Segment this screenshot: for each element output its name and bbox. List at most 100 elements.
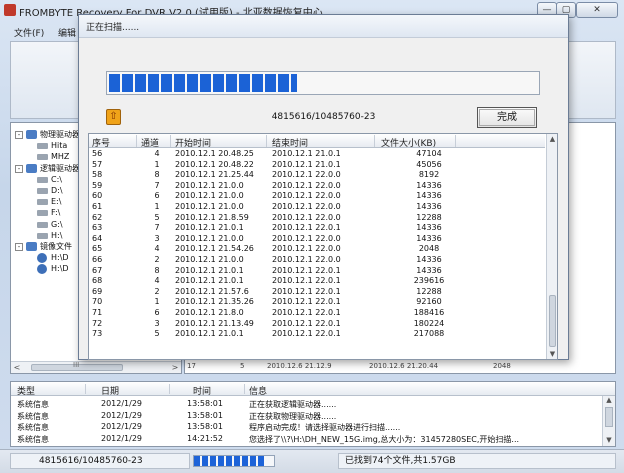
drive-icon (37, 154, 48, 161)
log-type: 系统信息 (17, 423, 49, 432)
drive-icon (37, 176, 48, 183)
row-number: 61 (92, 201, 103, 211)
file-end: 2010.12.6 21.20.44 (369, 362, 439, 370)
table-row[interactable]: 71 6 2010.12.1 21.8.0 2010.12.1 22.0.1 18841… (89, 308, 545, 319)
dialog-body: ⇧ 4815616/10485760-23 完成 序号 通道 开始时间 结束时间… (79, 37, 568, 360)
row-number: 65 (92, 244, 103, 254)
log-type: 系统信息 (17, 434, 49, 444)
table-row[interactable]: 62 5 2010.12.1 21.8.59 2010.12.1 22.0.0 1228… (89, 213, 545, 224)
col-file-size[interactable]: 文件大小(KB) (381, 136, 436, 149)
row-start-time: 2010.12.1 21.0.0 (175, 180, 244, 190)
table-row[interactable]: 66 2 2010.12.1 21.0.0 2010.12.1 22.0.0 14336 (89, 255, 545, 266)
row-end-time: 2010.12.1 22.0.1 (272, 297, 341, 307)
row-end-time: 2010.12.1 22.0.0 (272, 244, 341, 254)
table-row[interactable]: 63 7 2010.12.1 21.0.1 2010.12.1 22.0.1 14336 (89, 223, 545, 234)
col-channel[interactable]: 通道 (141, 136, 159, 149)
log-time: 14:21:52 (187, 433, 223, 443)
table-row[interactable]: 57 1 2010.12.1 20.48.22 2010.12.1 21.0.1 450… (89, 160, 545, 171)
file-start: 2010.12.6 21.12.9 (267, 362, 332, 370)
tree-horizontal-scrollbar[interactable]: < III > (11, 361, 181, 373)
scroll-grip: III (73, 361, 80, 369)
row-end-time: 2010.12.1 22.0.0 (272, 201, 341, 211)
log-row[interactable]: 系统信息 2012/1/29 13:58:01 程序启动完成！请选择驱动器进行扫描..… (11, 422, 601, 433)
row-end-time: 2010.12.1 22.0.0 (272, 191, 341, 201)
drive-icon (37, 232, 48, 239)
scroll-up-arrow[interactable]: ▲ (603, 396, 615, 406)
menu-edit[interactable]: 编辑 (58, 26, 76, 39)
scroll-left-arrow[interactable]: < (11, 362, 23, 373)
log-info: 正在获取物理驱动器...... (249, 411, 337, 421)
log-col-date[interactable]: 日期 (101, 384, 119, 397)
close-button[interactable]: ✕ (576, 2, 618, 18)
table-row[interactable]: 64 3 2010.12.1 21.0.0 2010.12.1 22.0.0 14336 (89, 234, 545, 245)
col-end-time[interactable]: 结束时间 (272, 136, 308, 149)
table-row[interactable]: 70 1 2010.12.1 21.35.26 2010.12.1 22.0.1 921… (89, 297, 545, 308)
scan-progress-bar (106, 71, 540, 95)
row-channel: 3 (154, 318, 160, 328)
scan-table-header: 序号 通道 开始时间 结束时间 文件大小(KB) (89, 134, 545, 149)
status-progress-text: 4815616/10485760-23 (10, 453, 190, 469)
col-no[interactable]: 序号 (92, 136, 110, 149)
table-row[interactable]: 72 3 2010.12.1 21.13.49 2010.12.1 22.0.1 180… (89, 319, 545, 330)
table-row[interactable]: 67 8 2010.12.1 21.0.1 2010.12.1 22.0.1 14336 (89, 266, 545, 277)
scroll-thumb[interactable] (605, 407, 613, 427)
table-row[interactable]: 58 8 2010.12.1 21.25.44 2010.12.1 22.0.0 819… (89, 170, 545, 181)
expand-toggle[interactable]: - (15, 131, 23, 139)
table-row[interactable]: 56 4 2010.12.1 20.48.25 2010.12.1 21.0.1 471… (89, 149, 545, 160)
scan-vertical-scrollbar[interactable]: ▲ ▼ (546, 134, 557, 359)
scroll-down-arrow[interactable]: ▼ (547, 349, 557, 359)
row-end-time: 2010.12.1 22.0.0 (272, 212, 341, 222)
tree-item-label: D:\ (51, 186, 63, 195)
row-start-time: 2010.12.1 21.8.0 (175, 307, 244, 317)
table-row[interactable]: 59 7 2010.12.1 21.0.0 2010.12.1 22.0.0 14336 (89, 181, 545, 192)
row-number: 64 (92, 233, 103, 243)
log-row[interactable]: 系统信息 2012/1/29 14:21:52 您选择了\\?\H:\DH_NEW_1… (11, 434, 601, 445)
log-row[interactable]: 系统信息 2012/1/29 13:58:01 正在获取物理驱动器...... (11, 411, 601, 422)
expand-toggle[interactable]: - (15, 164, 23, 173)
log-col-time[interactable]: 时间 (193, 384, 211, 397)
log-col-info[interactable]: 信息 (249, 384, 267, 397)
log-date: 2012/1/29 (101, 422, 143, 431)
row-number: 59 (92, 180, 103, 190)
scroll-down-arrow[interactable]: ▼ (603, 436, 615, 446)
col-start-time[interactable]: 开始时间 (175, 136, 211, 149)
dialog-title-bar[interactable]: 正在扫描...... (79, 15, 568, 37)
row-end-time: 2010.12.1 22.0.1 (272, 329, 341, 339)
table-row[interactable]: 61 1 2010.12.1 21.0.0 2010.12.1 22.0.0 14336 (89, 202, 545, 213)
row-channel: 7 (154, 223, 160, 233)
tree-item-label: H:\D (51, 253, 69, 263)
scroll-right-arrow[interactable]: > (169, 362, 181, 373)
table-row[interactable]: 60 6 2010.12.1 21.0.0 2010.12.1 22.0.0 14336 (89, 191, 545, 202)
status-progress-fill (194, 456, 265, 466)
done-button[interactable]: 完成 (477, 107, 537, 128)
log-col-type[interactable]: 类型 (17, 384, 35, 397)
log-vertical-scrollbar[interactable]: ▲ ▼ (602, 396, 615, 446)
menu-file[interactable]: 文件(F) (14, 26, 44, 39)
log-row[interactable]: 系统信息 2012/1/29 13:58:01 正在获取逻辑驱动器...... (11, 399, 601, 410)
tree-item-label: G:\ (51, 219, 63, 229)
dialog-title: 正在扫描...... (86, 23, 140, 33)
row-channel: 5 (154, 212, 160, 222)
row-end-time: 2010.12.1 22.0.0 (272, 180, 341, 190)
row-channel: 1 (154, 159, 160, 169)
table-row[interactable]: 69 2 2010.12.1 21.57.6 2010.12.1 22.0.1 1228… (89, 287, 545, 298)
row-start-time: 2010.12.1 21.0.1 (175, 223, 244, 233)
user-drive-icon (37, 221, 48, 228)
table-row[interactable]: 68 4 2010.12.1 21.0.1 2010.12.1 22.0.1 23961… (89, 276, 545, 287)
scanning-dialog: 正在扫描...... ⇧ 4815616/10485760-23 完成 序号 通… (78, 14, 569, 360)
scroll-up-arrow[interactable]: ▲ (547, 134, 557, 144)
tree-item-label: H:\D (51, 264, 69, 274)
expand-toggle[interactable]: - (15, 243, 23, 251)
row-start-time: 2010.12.1 21.0.0 (175, 201, 244, 211)
table-row[interactable]: 65 4 2010.12.1 21.54.26 2010.12.1 22.0.0 204… (89, 244, 545, 255)
list-item[interactable]: 17 5 2010.12.6 21.12.9 2010.12.6 21.20.4… (185, 361, 605, 373)
scroll-thumb[interactable] (549, 295, 556, 347)
row-file-size: 14336 (416, 223, 442, 233)
tree-item-label: F:\ (51, 208, 61, 218)
column-divider (374, 135, 375, 147)
row-number: 66 (92, 254, 103, 264)
table-row[interactable]: 73 5 2010.12.1 21.0.1 2010.12.1 22.0.1 21708… (89, 329, 545, 340)
drive-icon (37, 143, 48, 150)
row-file-size: 14336 (416, 180, 442, 190)
log-info: 程序启动完成！请选择驱动器进行扫描...... (249, 423, 401, 432)
